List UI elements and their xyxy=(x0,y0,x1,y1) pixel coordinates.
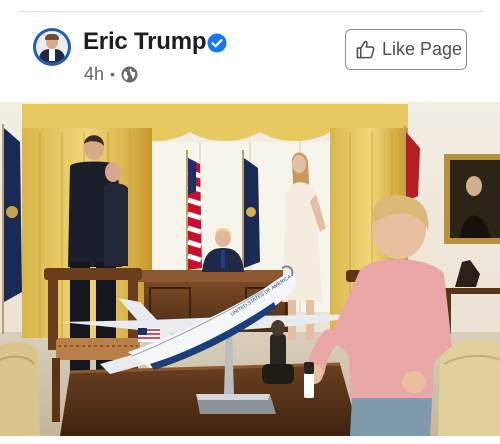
verified-badge-icon xyxy=(207,33,227,53)
post-timestamp[interactable]: 4h xyxy=(84,64,104,85)
presidential-flag xyxy=(242,150,260,270)
page-name[interactable]: Eric Trump xyxy=(83,28,207,56)
sofa-left xyxy=(0,341,40,436)
oval-office-photo: UNITED STATES OF AMERICA xyxy=(0,102,500,436)
post-header: Eric Trump 4h • Like Page xyxy=(0,0,500,100)
post-meta: 4h • xyxy=(84,63,138,85)
like-page-button[interactable]: Like Page xyxy=(345,29,467,70)
portrait-painting xyxy=(444,154,500,244)
top-divider xyxy=(20,11,482,12)
sofa-right xyxy=(438,340,500,436)
globe-icon[interactable] xyxy=(121,66,138,83)
post-footer-gap xyxy=(0,436,500,444)
avatar[interactable] xyxy=(33,28,71,66)
us-flag-icon xyxy=(138,328,160,342)
meta-separator: • xyxy=(110,66,115,82)
like-page-label: Like Page xyxy=(382,39,463,59)
facebook-post: Eric Trump 4h • Like Page UNITED STATES … xyxy=(0,0,500,444)
post-photo[interactable]: UNITED STATES OF AMERICA xyxy=(0,102,500,436)
thumbs-up-icon xyxy=(356,40,375,59)
us-flag-stand xyxy=(186,150,202,270)
avatar-photo xyxy=(36,31,68,63)
